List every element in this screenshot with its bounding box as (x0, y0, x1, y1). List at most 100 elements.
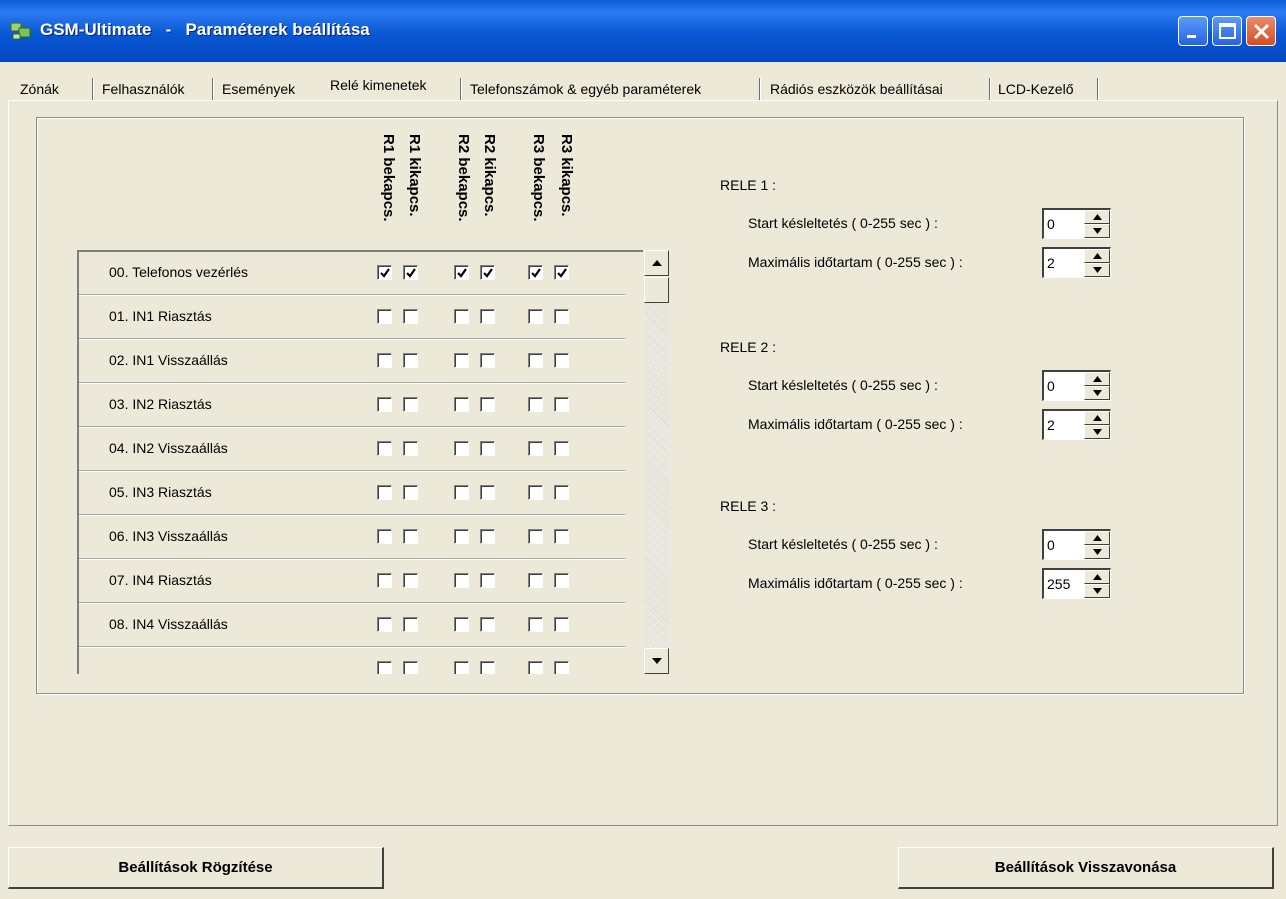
spinner-value[interactable]: 2 (1047, 255, 1055, 271)
tab-felhasznalok[interactable]: Felhasználók (102, 78, 185, 100)
relay-event-checkbox[interactable] (528, 309, 543, 324)
relay-event-checkbox[interactable] (377, 265, 392, 280)
relay-event-checkbox[interactable] (554, 353, 569, 368)
relay-event-checkbox[interactable] (403, 397, 418, 412)
relay-event-checkbox[interactable] (454, 265, 469, 280)
relay-event-checkbox[interactable] (403, 441, 418, 456)
relay-event-checkbox[interactable] (528, 441, 543, 456)
relay-event-checkbox[interactable] (528, 661, 543, 674)
relay-event-checkbox[interactable] (528, 265, 543, 280)
relay-event-checkbox[interactable] (480, 309, 495, 324)
minimize-button[interactable] (1178, 16, 1208, 46)
scroll-down-button[interactable] (644, 648, 669, 674)
tab-lcd-kezelo[interactable]: LCD-Kezelő (998, 78, 1073, 100)
spin-up-button[interactable] (1084, 210, 1110, 224)
relay-event-checkbox[interactable] (454, 441, 469, 456)
relay-event-checkbox[interactable] (528, 529, 543, 544)
relay-event-checkbox[interactable] (377, 485, 392, 500)
relay-event-checkbox[interactable] (403, 661, 418, 674)
relay-event-checkbox[interactable] (403, 309, 418, 324)
spin-down-button[interactable] (1084, 584, 1110, 598)
relay-event-checkbox[interactable] (480, 485, 495, 500)
relay-event-checkbox[interactable] (480, 353, 495, 368)
relay-event-checkbox[interactable] (554, 529, 569, 544)
relay-event-checkbox[interactable] (454, 573, 469, 588)
relay-event-checkbox[interactable] (454, 485, 469, 500)
relay-event-checkbox[interactable] (528, 397, 543, 412)
spin-up-button[interactable] (1084, 570, 1110, 584)
scroll-thumb[interactable] (644, 277, 669, 303)
event-list-scrollbar[interactable] (644, 250, 669, 674)
relay-event-checkbox[interactable] (454, 617, 469, 632)
spin-down-button[interactable] (1084, 386, 1110, 400)
start-delay-spinner[interactable]: 0 (1042, 370, 1111, 401)
tab-radios-eszkozok[interactable]: Rádiós eszközök beállításai (770, 78, 943, 100)
spin-up-button[interactable] (1084, 249, 1110, 263)
relay-event-checkbox[interactable] (377, 309, 392, 324)
spin-down-button[interactable] (1084, 425, 1110, 439)
relay-event-checkbox[interactable] (554, 661, 569, 674)
relay-event-checkbox[interactable] (480, 441, 495, 456)
max-duration-spinner[interactable]: 2 (1042, 247, 1111, 278)
relay-event-checkbox[interactable] (403, 485, 418, 500)
relay-event-checkbox[interactable] (480, 661, 495, 674)
relay-event-checkbox[interactable] (377, 617, 392, 632)
max-duration-spinner[interactable]: 2 (1042, 409, 1111, 440)
relay-event-checkbox[interactable] (403, 617, 418, 632)
relay-event-checkbox[interactable] (377, 353, 392, 368)
relay-event-checkbox[interactable] (377, 397, 392, 412)
tab-rele-kimenetek[interactable]: Relé kimenetek (330, 72, 427, 100)
relay-event-checkbox[interactable] (554, 573, 569, 588)
save-settings-button[interactable]: Beállítások Rögzítése (8, 847, 384, 889)
scroll-up-button[interactable] (644, 250, 669, 276)
relay-event-checkbox[interactable] (454, 529, 469, 544)
relay-event-checkbox[interactable] (377, 529, 392, 544)
relay-event-checkbox[interactable] (554, 617, 569, 632)
spin-down-button[interactable] (1084, 545, 1110, 559)
relay-event-checkbox[interactable] (454, 353, 469, 368)
start-delay-spinner[interactable]: 0 (1042, 529, 1111, 560)
spinner-value[interactable]: 0 (1047, 216, 1055, 232)
relay-event-checkbox[interactable] (528, 617, 543, 632)
relay-event-checkbox[interactable] (403, 353, 418, 368)
relay-event-checkbox[interactable] (377, 573, 392, 588)
relay-event-checkbox[interactable] (554, 441, 569, 456)
close-button[interactable] (1246, 16, 1276, 46)
spinner-value[interactable]: 2 (1047, 417, 1055, 433)
spin-down-button[interactable] (1084, 224, 1110, 238)
relay-event-checkbox[interactable] (554, 265, 569, 280)
maximize-button[interactable] (1212, 16, 1242, 46)
spin-down-button[interactable] (1084, 263, 1110, 277)
scroll-track[interactable] (644, 303, 669, 648)
relay-event-checkbox[interactable] (454, 309, 469, 324)
max-duration-spinner[interactable]: 255 (1042, 568, 1111, 599)
relay-event-checkbox[interactable] (454, 397, 469, 412)
relay-event-checkbox[interactable] (403, 265, 418, 280)
tab-zonak[interactable]: Zónák (20, 78, 59, 100)
spin-up-button[interactable] (1084, 531, 1110, 545)
revert-settings-button[interactable]: Beállítások Visszavonása (898, 847, 1274, 889)
relay-event-checkbox[interactable] (403, 529, 418, 544)
relay-event-checkbox[interactable] (480, 265, 495, 280)
relay-event-checkbox[interactable] (377, 441, 392, 456)
relay-event-checkbox[interactable] (454, 661, 469, 674)
spin-up-button[interactable] (1084, 411, 1110, 425)
relay-event-checkbox[interactable] (480, 397, 495, 412)
spin-up-button[interactable] (1084, 372, 1110, 386)
relay-event-checkbox[interactable] (528, 353, 543, 368)
relay-event-checkbox[interactable] (480, 573, 495, 588)
relay-event-checkbox[interactable] (377, 661, 392, 674)
relay-event-checkbox[interactable] (554, 485, 569, 500)
relay-event-checkbox[interactable] (528, 485, 543, 500)
relay-event-checkbox[interactable] (480, 617, 495, 632)
relay-event-checkbox[interactable] (554, 397, 569, 412)
relay-event-checkbox[interactable] (528, 573, 543, 588)
relay-event-checkbox[interactable] (480, 529, 495, 544)
spinner-value[interactable]: 0 (1047, 378, 1055, 394)
spinner-value[interactable]: 255 (1047, 576, 1070, 592)
start-delay-spinner[interactable]: 0 (1042, 208, 1111, 239)
spinner-value[interactable]: 0 (1047, 537, 1055, 553)
relay-event-checkbox[interactable] (403, 573, 418, 588)
tab-esemenyek[interactable]: Események (222, 78, 295, 100)
relay-event-checkbox[interactable] (554, 309, 569, 324)
